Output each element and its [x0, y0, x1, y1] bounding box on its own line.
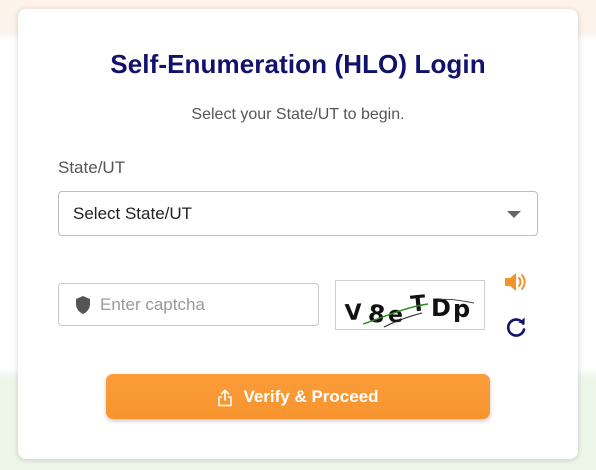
page-subtitle: Select your State/UT to begin. — [191, 106, 405, 123]
state-select[interactable]: Select State/UT — [58, 191, 538, 236]
share-icon — [218, 389, 233, 406]
verify-proceed-button[interactable]: Verify & Proceed — [106, 374, 490, 419]
state-select-value: Select State/UT — [73, 204, 193, 223]
verify-button-content: Verify & Proceed — [106, 374, 490, 419]
svg-text:D: D — [431, 294, 451, 322]
svg-text:p: p — [453, 295, 470, 323]
state-label: State/UT — [58, 158, 126, 177]
captcha-image-graphic: V 8 e T D p — [344, 291, 475, 329]
refresh-icon[interactable] — [505, 316, 527, 338]
captcha-field[interactable] — [58, 283, 319, 326]
captcha-input[interactable] — [100, 284, 312, 325]
speaker-icon[interactable] — [503, 271, 527, 293]
svg-text:V: V — [344, 300, 362, 326]
login-card: Self-Enumeration (HLO) Login Select your… — [18, 9, 578, 459]
captcha-image: V 8 e T D p — [335, 280, 485, 330]
shield-icon — [76, 296, 90, 314]
chevron-down-icon — [507, 211, 521, 218]
page-title: Self-Enumeration (HLO) Login — [110, 49, 486, 79]
svg-text:8: 8 — [366, 299, 386, 329]
verify-button-label: Verify & Proceed — [243, 386, 379, 406]
